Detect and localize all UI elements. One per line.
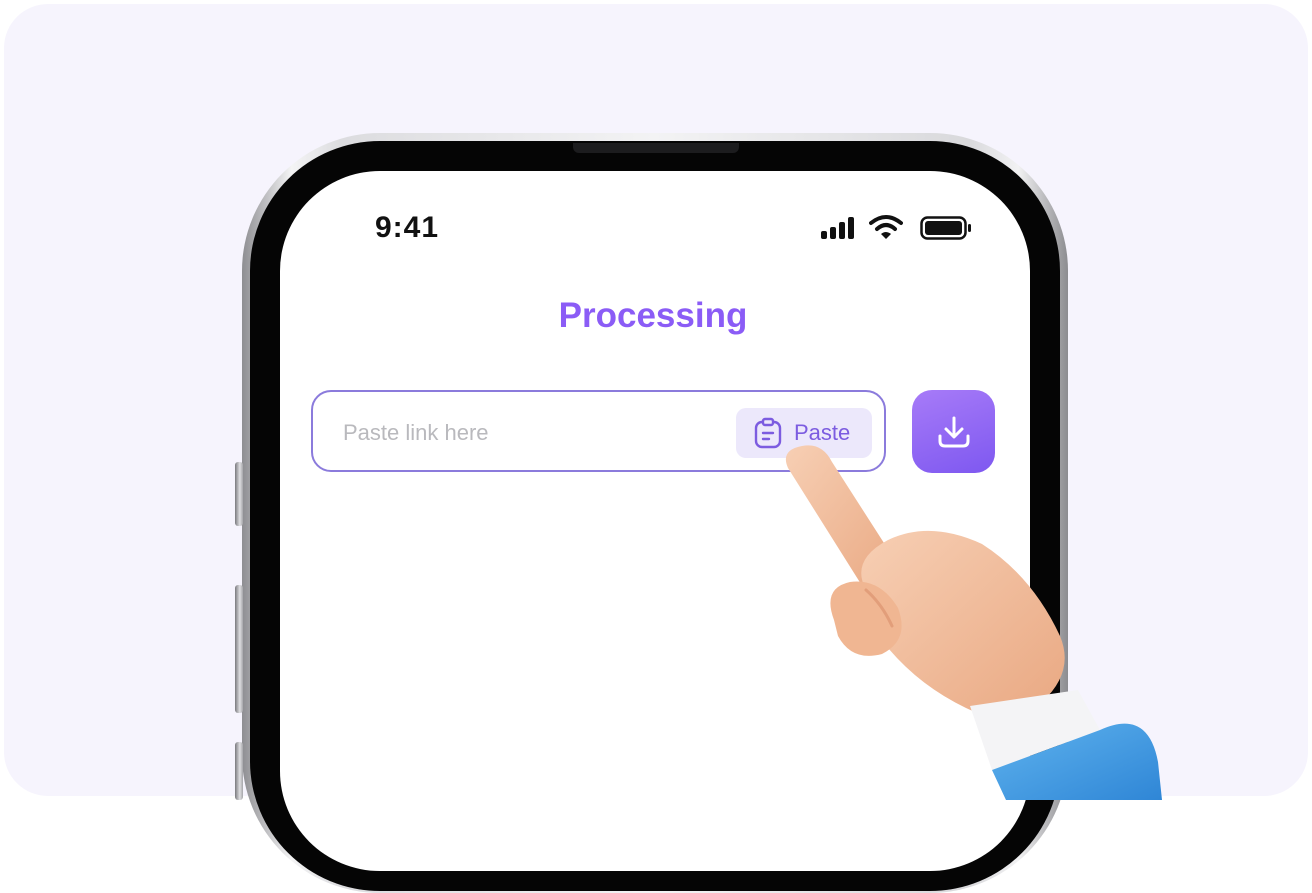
wifi-icon [869,215,903,239]
speaker-notch [573,143,739,153]
silent-switch [235,462,243,526]
page-title: Processing [558,296,748,335]
volume-up-button [235,585,243,713]
status-time: 9:41 [375,211,440,244]
volume-down-button [235,742,243,800]
hand-pointer-icon [785,445,1162,800]
battery-icon [920,216,971,240]
cellular-signal-icon [821,217,854,239]
link-input[interactable] [343,416,723,450]
